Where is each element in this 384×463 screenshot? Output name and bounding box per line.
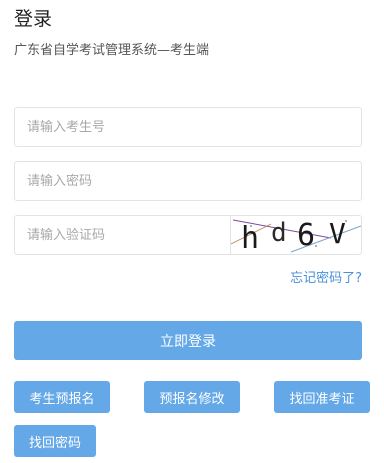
captcha-char-3: 6 <box>297 218 315 253</box>
forgot-password-link[interactable]: 忘记密码了? <box>290 270 362 288</box>
login-button[interactable]: 立即登录 <box>14 321 362 360</box>
captcha-char-4: V <box>329 217 346 250</box>
password-input[interactable] <box>15 162 361 200</box>
captcha-graphic: h d 6 V <box>231 217 361 255</box>
captcha-field[interactable] <box>14 215 230 255</box>
retrieve-password-button[interactable]: 找回密码 <box>14 425 96 457</box>
retrieve-admission-ticket-button[interactable]: 找回准考证 <box>274 381 370 413</box>
captcha-image[interactable]: h d 6 V <box>230 215 362 255</box>
captcha-char-2: d <box>271 218 287 248</box>
exam-number-field[interactable] <box>14 107 362 147</box>
exam-number-input[interactable] <box>15 108 361 146</box>
pre-registration-button[interactable]: 考生预报名 <box>14 381 110 413</box>
edit-pre-registration-button[interactable]: 预报名修改 <box>144 381 240 413</box>
password-field[interactable] <box>14 161 362 201</box>
captcha-char-1: h <box>241 221 259 255</box>
system-subtitle: 广东省自学考试管理系统—考生端 <box>14 43 210 58</box>
page-title: 登录 <box>14 8 53 30</box>
captcha-input[interactable] <box>15 216 230 254</box>
